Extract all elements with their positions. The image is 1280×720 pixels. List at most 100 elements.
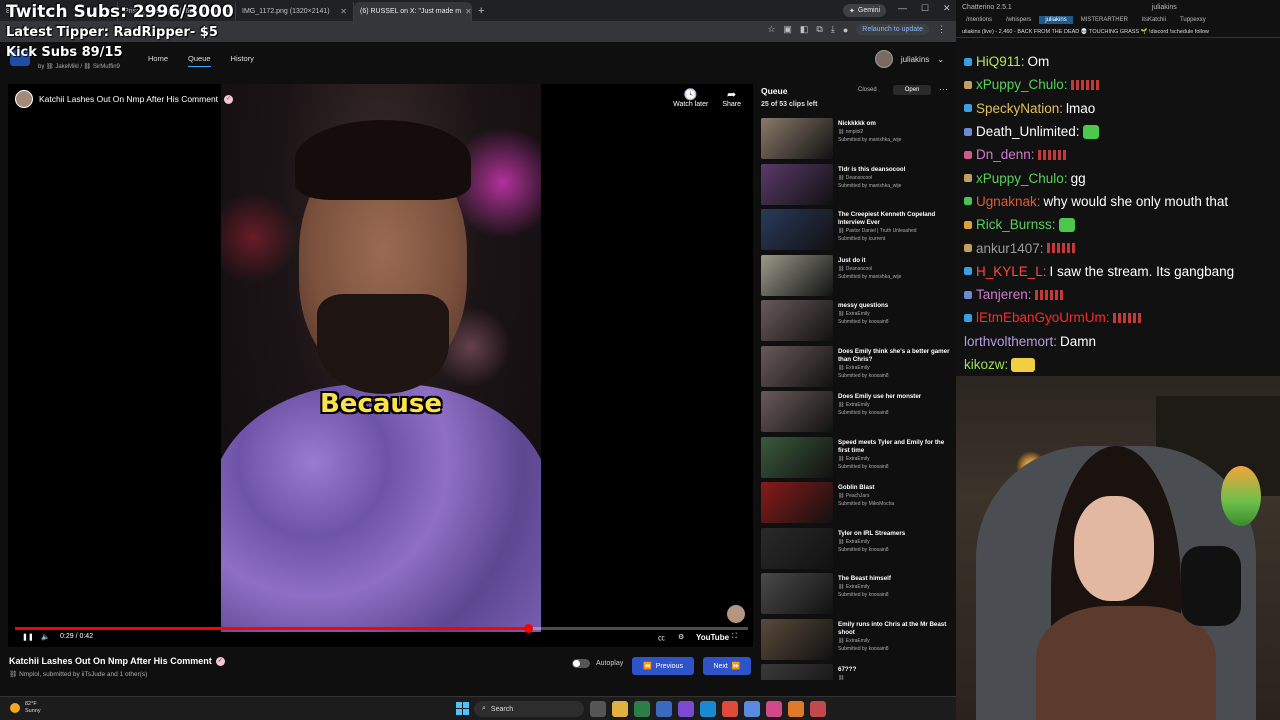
clip-thumbnail[interactable] — [761, 527, 833, 569]
channel-name[interactable]: Nmplol — [19, 671, 39, 678]
weather-widget[interactable]: 82°F Sunny — [10, 701, 41, 715]
extension-icon[interactable]: ◧ — [800, 24, 809, 35]
queue-item[interactable]: 67??? ⛓ — [761, 664, 956, 680]
file-explorer-icon[interactable] — [612, 701, 628, 717]
clip-thumbnail[interactable] — [761, 254, 833, 296]
clip-title[interactable]: Tldr is this deansocool — [838, 166, 952, 174]
tab-open[interactable]: Open — [892, 85, 932, 95]
volume-icon[interactable]: 🔈 — [41, 633, 50, 641]
chat-username[interactable]: HiQ911: — [976, 50, 1025, 73]
clip-thumbnail[interactable] — [761, 618, 833, 660]
queue-item[interactable]: Tyler on IRL Streamers ⛓ ExtraEmily Submit… — [761, 527, 956, 574]
tab-closed[interactable]: Closed — [846, 85, 889, 95]
extension-icon[interactable]: ⧉ — [816, 24, 822, 35]
chrome-icon[interactable] — [722, 701, 738, 717]
video-player[interactable]: Because Katchii Lashes Out On Nmp After … — [8, 84, 753, 647]
chat-username[interactable]: H_KYLE_L: — [976, 260, 1047, 283]
captions-icon[interactable]: ㏄ — [658, 633, 665, 643]
owner-name[interactable]: SirMuffin9 — [93, 64, 120, 70]
pause-icon[interactable]: ❚❚ — [22, 633, 34, 641]
watch-later-button[interactable]: 🕓 Watch later — [673, 88, 708, 108]
more-options-icon[interactable]: ⋯ — [939, 84, 948, 95]
profile-icon[interactable]: ● — [843, 25, 848, 35]
browser-tab-active[interactable]: (6) RUSSEL on X: "Just made m ✕ — [354, 2, 472, 21]
chat-badge-icon[interactable] — [964, 290, 972, 299]
chat-badge-icon[interactable] — [964, 150, 972, 159]
clip-title[interactable]: Goblin Blast — [838, 484, 952, 492]
clip-thumbnail[interactable] — [761, 573, 833, 614]
browser-tab[interactable]: IMG_1172.png (1320×2141) ✕ — [236, 2, 354, 21]
chat-tab[interactable]: MISTERARTHER — [1075, 16, 1134, 24]
clip-title[interactable]: Emily runs into Chris at the Mr Beast sh… — [838, 621, 952, 637]
chat-badge-icon[interactable] — [964, 313, 972, 322]
chat-badge-icon[interactable] — [964, 80, 972, 89]
chat-badge-icon[interactable] — [964, 104, 972, 113]
nav-history[interactable]: History — [231, 54, 254, 67]
edge-icon[interactable] — [700, 701, 716, 717]
queue-item[interactable]: The Creepiest Kenneth Copeland Interview… — [761, 209, 956, 255]
download-icon[interactable]: ⤓ — [831, 24, 835, 35]
chat-badge-icon[interactable] — [964, 174, 972, 183]
queue-item[interactable]: Emily runs into Chris at the Mr Beast sh… — [761, 618, 956, 665]
clip-thumbnail[interactable] — [761, 345, 833, 387]
app-icon[interactable] — [766, 701, 782, 717]
relaunch-button[interactable]: Relaunch to update — [856, 24, 929, 35]
clip-title[interactable]: Nickkkkk om — [838, 120, 952, 128]
chat-badge-icon[interactable] — [964, 267, 972, 276]
new-tab-icon[interactable]: + — [472, 5, 490, 17]
share-button[interactable]: ➦ Share — [722, 88, 741, 108]
clip-title[interactable]: Tyler on IRL Streamers — [838, 530, 952, 538]
clip-title[interactable]: messy questions — [838, 302, 952, 310]
chat-username[interactable]: Dn_denn: — [976, 143, 1035, 166]
windows-start-icon[interactable] — [456, 702, 469, 715]
chat-tab-active[interactable]: juliakins — [1039, 16, 1073, 24]
firefox-icon[interactable] — [788, 701, 804, 717]
chat-username[interactable]: Ugnaknak: — [976, 190, 1041, 213]
user-menu[interactable]: juliakins ⌄ — [874, 50, 944, 68]
gemini-button[interactable]: ✦ Gemini — [843, 4, 887, 17]
queue-item[interactable]: Goblin Blast ⛓ PeachJars Submitted by Miko… — [761, 482, 956, 528]
app-icon[interactable] — [656, 701, 672, 717]
close-icon[interactable]: ✕ — [340, 7, 347, 16]
queue-item[interactable]: Does Emily use her monster ⛓ ExtraEmily Su… — [761, 391, 956, 437]
clip-title[interactable]: Speed meets Tyler and Emily for the firs… — [838, 439, 952, 455]
clip-title[interactable]: Does Emily use her monster — [838, 393, 952, 401]
nav-home[interactable]: Home — [148, 54, 168, 67]
clip-thumbnail[interactable] — [761, 300, 833, 341]
chat-username[interactable]: kikozw: — [964, 353, 1008, 376]
queue-item[interactable]: Nickkkkk om ⛓ nmplol2 Submitted by manishk… — [761, 118, 956, 164]
chat-username[interactable]: lEtmEbanGyoUrmUm: — [976, 306, 1110, 329]
minimize-icon[interactable]: — — [898, 3, 907, 13]
app-icon[interactable] — [678, 701, 694, 717]
clip-thumbnail[interactable] — [761, 664, 833, 680]
task-view-icon[interactable] — [590, 701, 606, 717]
chat-username[interactable]: SpeckyNation: — [976, 97, 1063, 120]
clip-thumbnail[interactable] — [761, 209, 833, 250]
clip-title[interactable]: Just do it — [838, 257, 952, 265]
queue-item[interactable]: messy questions ⛓ ExtraEmily Submitted by … — [761, 300, 956, 346]
app-icon[interactable] — [810, 701, 826, 717]
chat-badge-icon[interactable] — [964, 57, 972, 66]
clip-thumbnail[interactable] — [761, 163, 833, 205]
app-icon[interactable] — [744, 701, 760, 717]
chat-badge-icon[interactable] — [964, 244, 972, 253]
queue-item[interactable]: The Beast himself ⛓ ExtraEmily Submitted b… — [761, 573, 956, 619]
channel-avatar[interactable] — [15, 90, 33, 108]
chat-username[interactable]: Rick_Burnss: — [976, 213, 1056, 236]
app-icon[interactable] — [634, 701, 650, 717]
chat-tab[interactable]: /mentions — [960, 16, 998, 24]
menu-dots-icon[interactable]: ⋮ — [937, 24, 946, 35]
chat-tab[interactable]: itsKatchii — [1136, 16, 1172, 24]
clip-title[interactable]: The Creepiest Kenneth Copeland Interview… — [838, 211, 952, 227]
chat-badge-icon[interactable] — [964, 197, 972, 206]
extension-icon[interactable]: ▣ — [783, 24, 792, 35]
settings-gear-icon[interactable]: ⚙ — [678, 633, 684, 641]
clip-thumbnail[interactable] — [761, 482, 833, 523]
clip-title[interactable]: 67??? — [838, 666, 952, 674]
taskbar-search[interactable]: ⌕ Search — [474, 701, 584, 717]
fullscreen-icon[interactable]: ⛶ — [732, 633, 737, 641]
chat-tab[interactable]: /whispers — [1000, 16, 1037, 24]
clip-title[interactable]: The Beast himself — [838, 575, 952, 583]
chat-username[interactable]: Tanjeren: — [976, 283, 1032, 306]
queue-item[interactable]: Speed meets Tyler and Emily for the firs… — [761, 436, 956, 483]
